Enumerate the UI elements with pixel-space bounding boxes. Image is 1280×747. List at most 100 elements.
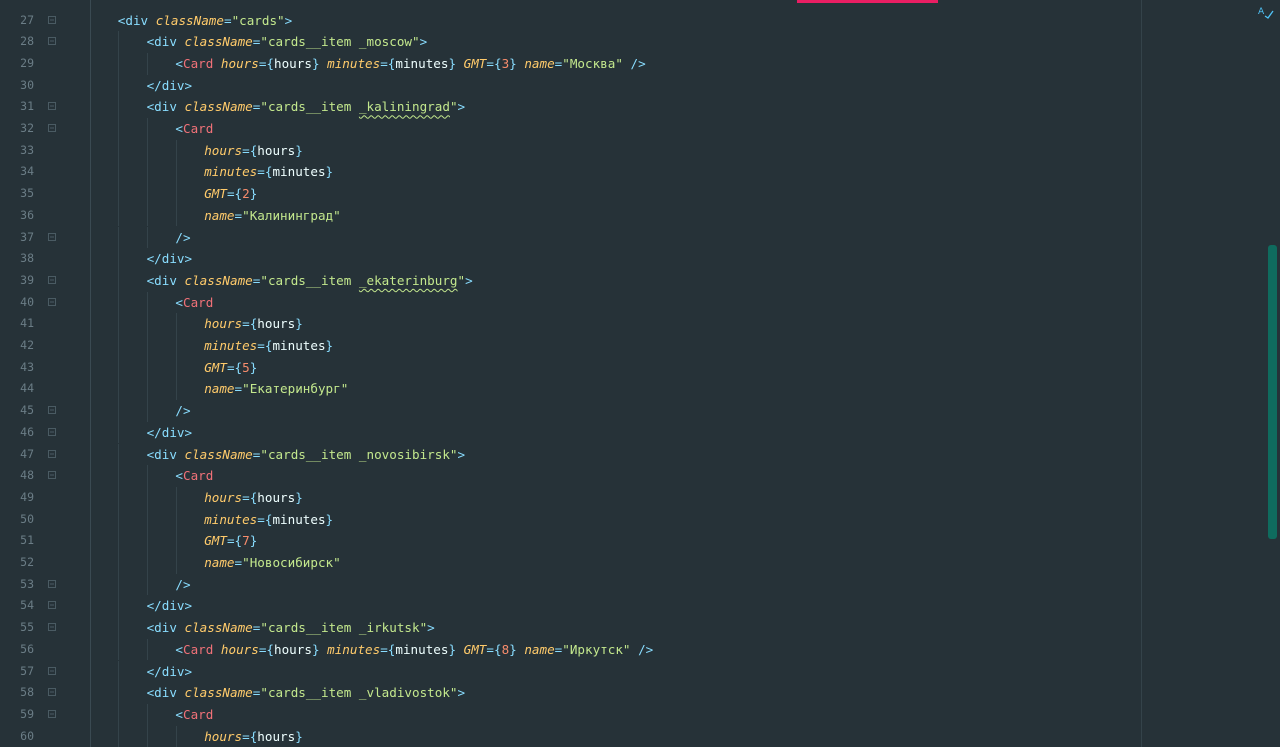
code-text[interactable]: </div> <box>147 661 193 683</box>
code-text[interactable]: <Card hours={hours} minutes={minutes} GM… <box>175 53 645 75</box>
code-line[interactable]: 49 hours={hours} <box>0 486 1140 509</box>
code-text[interactable]: <div className="cards__item _kaliningrad… <box>147 96 466 118</box>
code-line[interactable]: 44 name="Екатеринбург" <box>0 378 1140 401</box>
fold-marker-icon[interactable] <box>48 666 56 675</box>
code-line[interactable]: 28 <div className="cards__item _moscow"> <box>0 31 1140 53</box>
fold-marker-icon[interactable] <box>48 471 56 480</box>
code-line[interactable]: 35 GMT={2} <box>0 183 1140 205</box>
code-token: <div <box>146 685 185 701</box>
code-line[interactable]: 43 GMT={5} <box>0 356 1140 379</box>
code-line[interactable]: 57 </div> <box>0 660 1140 683</box>
code-line[interactable]: 46 </div> <box>0 421 1140 444</box>
fold-marker-icon[interactable] <box>48 15 56 24</box>
fold-marker-icon[interactable] <box>48 579 56 588</box>
code-text[interactable]: hours={hours} <box>204 726 303 747</box>
code-line[interactable]: 41 hours={hours} <box>0 313 1140 335</box>
indent-guide <box>118 161 119 184</box>
code-text[interactable]: <div className="cards__item _novosibirsk… <box>147 444 466 466</box>
fold-marker-icon[interactable] <box>48 601 56 610</box>
code-line[interactable]: 29 <Card hours={hours} minutes={minutes} … <box>0 52 1140 75</box>
indent-guide <box>146 335 148 357</box>
line-number: 38 <box>20 251 34 266</box>
code-text[interactable]: GMT={2} <box>204 183 257 205</box>
code-text[interactable]: </div> <box>147 248 193 270</box>
code-token: hours <box>274 55 312 71</box>
code-line[interactable]: 38 </div> <box>0 248 1140 270</box>
code-text[interactable]: minutes={minutes} <box>204 509 333 531</box>
code-editor[interactable]: · · · 27<div className="cards">28<div cl… <box>0 0 1280 747</box>
line-number: 50 <box>20 511 34 526</box>
code-line[interactable]: 59 <Card <box>0 703 1140 726</box>
fold-marker-icon[interactable] <box>48 124 56 132</box>
code-text[interactable]: <Card <box>175 292 213 314</box>
code-text[interactable]: <div className="cards__item _ekaterinbur… <box>147 270 473 292</box>
code-line[interactable]: 51 GMT={7} <box>0 530 1140 552</box>
code-line[interactable]: 60 hours={hours} <box>0 725 1140 747</box>
code-line[interactable]: 34 minutes={minutes} <box>0 161 1140 184</box>
fold-marker-icon[interactable] <box>48 297 56 306</box>
spellcheck-icon[interactable]: A <box>1258 4 1274 20</box>
code-line[interactable]: 32 <Card <box>0 118 1140 140</box>
code-line[interactable]: 50 minutes={minutes} <box>0 508 1140 531</box>
fold-marker-icon[interactable] <box>48 102 56 111</box>
code-text[interactable]: <div className="cards__item _irkutsk"> <box>147 617 435 639</box>
code-text[interactable]: </div> <box>147 422 193 444</box>
fold-marker-icon[interactable] <box>48 688 56 697</box>
fold-marker-icon[interactable] <box>48 406 56 415</box>
line-number: 29 <box>20 55 34 70</box>
fold-marker-icon[interactable] <box>48 37 56 46</box>
code-text[interactable]: <Card <box>175 465 213 487</box>
code-line[interactable]: 42 minutes={minutes} <box>0 335 1140 357</box>
code-text[interactable]: minutes={minutes} <box>204 161 333 183</box>
code-token: = <box>242 489 250 505</box>
fold-marker-icon[interactable] <box>48 709 56 718</box>
code-line[interactable]: 37 /> <box>0 226 1140 249</box>
code-text[interactable]: /> <box>175 400 190 422</box>
code-text[interactable]: <div className="cards__item _vladivostok… <box>147 682 466 704</box>
code-line[interactable]: 31 <div className="cards__item _kaliningr… <box>0 96 1140 118</box>
fold-marker-icon[interactable] <box>48 275 56 284</box>
code-line[interactable]: 40 <Card <box>0 291 1140 314</box>
fold-marker-icon[interactable] <box>48 449 56 458</box>
code-line[interactable]: 33 hours={hours} <box>0 139 1140 162</box>
code-line[interactable]: 54 </div> <box>0 595 1140 618</box>
code-line[interactable]: 39 <div className="cards__item _ekaterinb… <box>0 269 1140 292</box>
code-text[interactable]: GMT={7} <box>204 530 257 552</box>
code-line[interactable]: 56 <Card hours={hours} minutes={minutes} … <box>0 638 1140 661</box>
code-text[interactable]: </div> <box>147 595 193 617</box>
code-text[interactable]: <Card hours={hours} minutes={minutes} GM… <box>175 639 653 661</box>
code-text[interactable]: hours={hours} <box>204 487 303 509</box>
fold-marker-icon[interactable] <box>48 232 56 241</box>
code-text[interactable]: GMT={5} <box>204 357 257 379</box>
code-line[interactable]: 53 /> <box>0 573 1140 596</box>
code-text[interactable]: hours={hours} <box>204 140 303 162</box>
fold-marker-icon[interactable] <box>48 623 56 632</box>
code-line[interactable]: 58 <div className="cards__item _vladivost… <box>0 682 1140 704</box>
code-text[interactable]: <Card <box>175 704 213 726</box>
code-text[interactable]: /> <box>175 227 190 249</box>
code-text[interactable]: /> <box>175 574 190 596</box>
code-text[interactable]: name="Калининград" <box>204 205 341 227</box>
code-line[interactable]: 27 <div className="cards"> <box>0 10 1140 32</box>
code-line[interactable]: 48 <Card <box>0 465 1140 487</box>
code-text[interactable]: name="Екатеринбург" <box>204 378 348 400</box>
code-line[interactable]: 30 </div> <box>0 74 1140 97</box>
code-text[interactable]: <Card <box>175 118 213 140</box>
code-text[interactable]: name="Новосибирск" <box>204 552 341 574</box>
code-token: minutes <box>272 338 326 353</box>
code-text[interactable]: hours={hours} <box>204 313 303 335</box>
vertical-scrollbar[interactable] <box>1268 245 1277 539</box>
code-line[interactable]: 52 name="Новосибирск" <box>0 552 1140 574</box>
code-line[interactable]: 36 name="Калининград" <box>0 204 1140 227</box>
code-text[interactable]: <div className="cards"> <box>118 10 292 32</box>
code-token: { <box>234 186 243 202</box>
code-line[interactable]: 47 <div className="cards__item _novosibir… <box>0 443 1140 466</box>
code-text[interactable]: <div className="cards__item _moscow"> <box>147 31 428 53</box>
code-line[interactable]: 55 <div className="cards__item _irkutsk"> <box>0 617 1140 639</box>
code-token: minutes <box>204 511 258 527</box>
code-text[interactable]: </div> <box>147 75 193 97</box>
code-line[interactable]: 45 /> <box>0 400 1140 422</box>
code-text[interactable]: minutes={minutes} <box>204 335 333 357</box>
code-token: 7 <box>242 533 250 549</box>
fold-marker-icon[interactable] <box>48 427 56 436</box>
